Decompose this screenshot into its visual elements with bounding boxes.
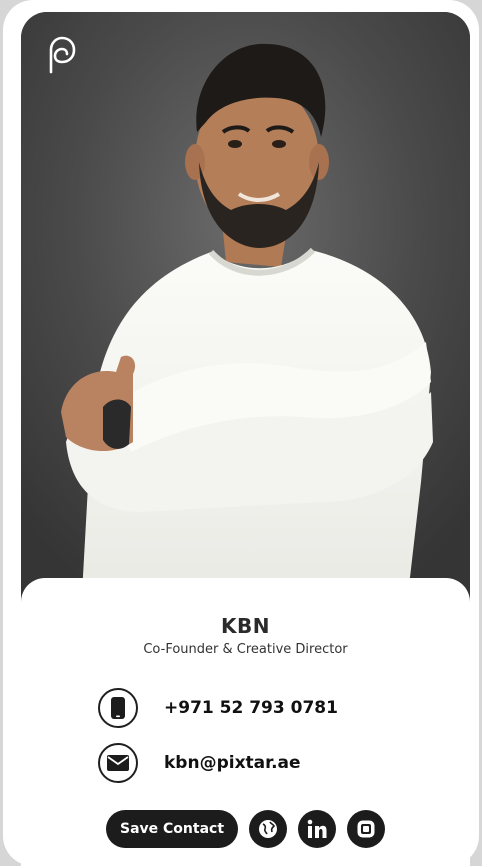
phone-number[interactable]: +971 52 793 0781	[164, 698, 338, 718]
pixtar-logo-icon	[43, 34, 77, 74]
globe-icon[interactable]	[249, 810, 288, 848]
save-contact-button[interactable]: Save Contact	[106, 810, 239, 848]
email-address[interactable]: kbn@pixtar.ae	[164, 753, 301, 773]
mail-icon[interactable]	[98, 743, 138, 783]
person-portrait	[21, 12, 470, 612]
phone-icon[interactable]	[98, 688, 138, 728]
email-row[interactable]: kbn@pixtar.ae	[98, 741, 301, 785]
phone-row[interactable]: +971 52 793 0781	[98, 686, 338, 730]
business-card: KBN Co-Founder & Creative Director +971 …	[3, 0, 479, 866]
contact-info-panel: KBN Co-Founder & Creative Director +971 …	[21, 578, 470, 866]
profile-title: Co-Founder & Creative Director	[143, 642, 348, 657]
page-background: KBN Co-Founder & Creative Director +971 …	[0, 0, 482, 866]
action-bar: Save Contact	[106, 810, 386, 848]
linkedin-icon[interactable]	[298, 810, 337, 848]
instagram-icon[interactable]	[347, 810, 386, 848]
profile-name: KBN	[221, 614, 270, 638]
profile-photo	[21, 12, 470, 612]
